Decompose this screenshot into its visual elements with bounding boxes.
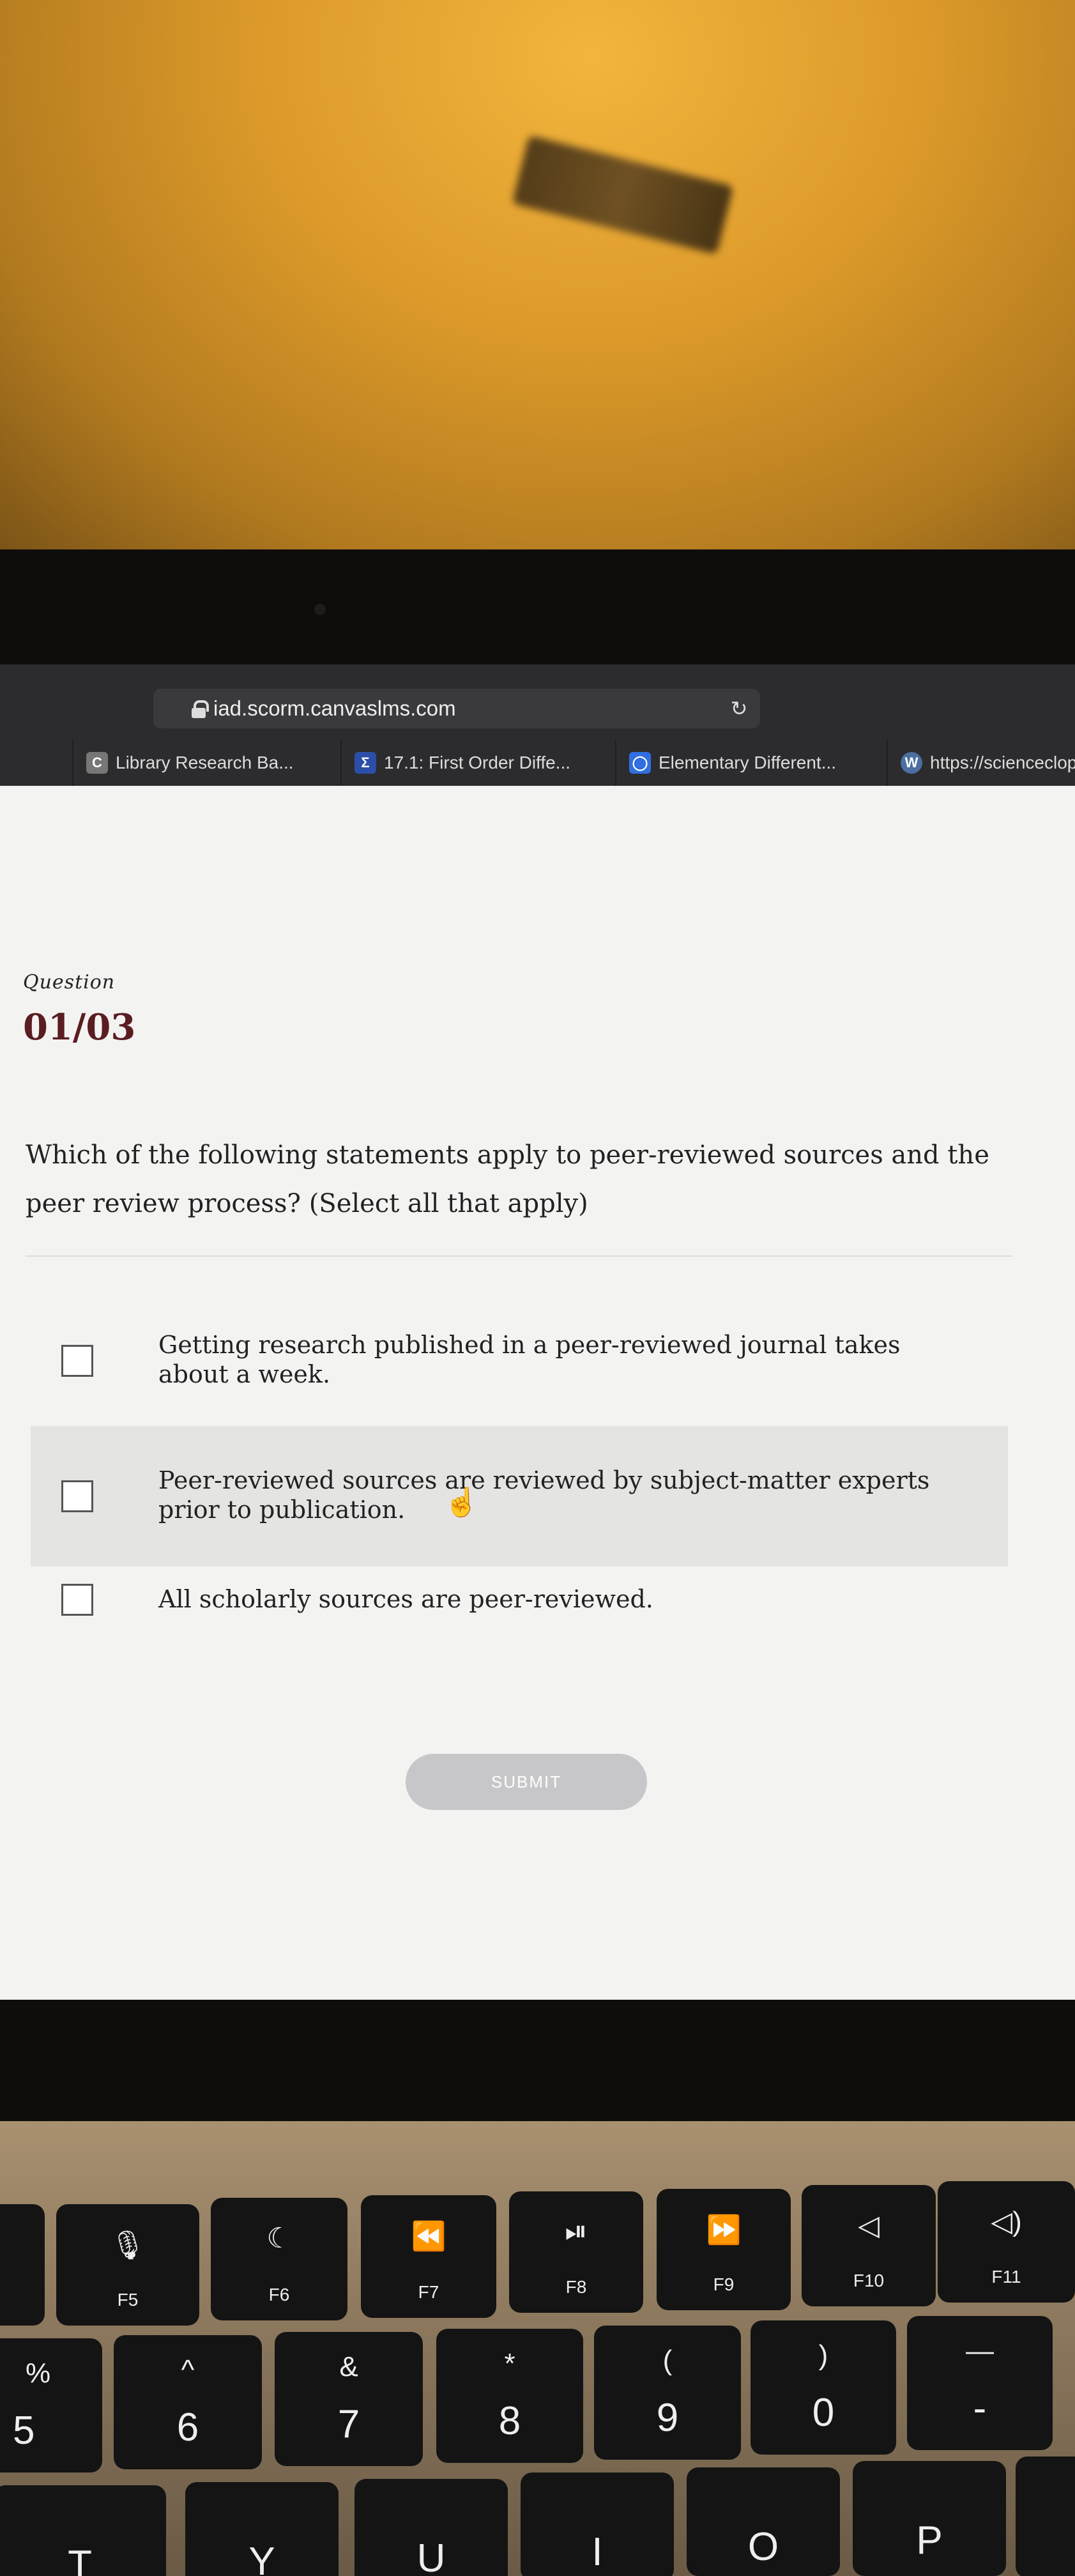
key-symbol: — [966, 2335, 994, 2366]
quiz-page: Question 01/03 Which of the following st… [0, 786, 1075, 2000]
webcam [314, 604, 326, 615]
microphone-icon: 🎙 [110, 2230, 146, 2261]
option-text: Peer-reviewed sources are reviewed by su… [158, 1466, 930, 1524]
wordpress-icon: W [901, 752, 922, 774]
key-number: 7 [337, 2402, 360, 2446]
answer-option-1[interactable]: Getting research published in a peer-rev… [31, 1291, 1008, 1431]
lock-icon [192, 700, 209, 718]
browser-chrome: iad.scorm.canvaslms.com ↻ C Library Rese… [0, 664, 1075, 789]
key-f7[interactable]: ⏪ F7 [361, 2195, 496, 2318]
question-number: 01/03 [23, 1006, 136, 1048]
tab-scienceclope[interactable]: W https://scienceclope [888, 740, 1075, 786]
rewind-icon: ⏪ [411, 2221, 446, 2252]
submit-button[interactable]: SUBMIT [406, 1754, 647, 1810]
canvas-c-icon: C [86, 752, 108, 774]
tab-first-order-diffeq[interactable]: Σ 17.1: First Order Diffe... [342, 740, 616, 786]
key-f4[interactable] [0, 2204, 45, 2326]
key-label: F8 [565, 2277, 587, 2297]
key-u[interactable]: U [355, 2479, 508, 2576]
play-pause-icon: ⏯ [565, 2216, 588, 2247]
address-bar[interactable]: iad.scorm.canvaslms.com ↻ [153, 689, 760, 728]
key-i[interactable]: I [521, 2472, 674, 2576]
key-label: F10 [853, 2271, 885, 2290]
checkbox[interactable] [61, 1345, 93, 1377]
answer-option-3[interactable]: All scholarly sources are peer-reviewed. [31, 1552, 1008, 1642]
sigma-icon: Σ [355, 752, 376, 774]
key-5[interactable]: % 5 [0, 2338, 102, 2472]
key-symbol: ( [662, 2345, 673, 2376]
key-f11[interactable]: ◁) F11 [938, 2181, 1075, 2303]
checkbox[interactable] [61, 1584, 93, 1616]
divider [26, 1255, 1012, 1257]
key-letter: I [591, 2530, 603, 2574]
key-letter: O [747, 2525, 779, 2569]
key-letter: P [916, 2518, 943, 2563]
volume-down-icon: ◁) [991, 2206, 1022, 2237]
key-o[interactable]: O [687, 2467, 840, 2576]
key-symbol: % [26, 2358, 51, 2389]
key-7[interactable]: & 7 [275, 2332, 423, 2466]
circle-app-icon: ◯ [629, 752, 651, 774]
key-6[interactable]: ^ 6 [114, 2335, 262, 2469]
tab-label: Library Research Ba... [116, 753, 294, 772]
key-letter: Y [248, 2540, 275, 2576]
tab-label: https://scienceclope [930, 753, 1075, 772]
tab-label: 17.1: First Order Diffe... [384, 753, 571, 772]
key-number: 9 [656, 2396, 679, 2440]
url-text: iad.scorm.canvaslms.com [213, 696, 456, 720]
key-9[interactable]: ( 9 [594, 2326, 741, 2460]
option-text: All scholarly sources are peer-reviewed. [158, 1585, 653, 1613]
key-label: F11 [991, 2267, 1021, 2287]
key-number: - [973, 2386, 987, 2430]
tab-library-research[interactable]: C Library Research Ba... [73, 740, 342, 786]
mute-icon: ◁ [858, 2210, 880, 2241]
key-symbol: & [339, 2351, 358, 2382]
tab-blank[interactable] [0, 740, 73, 786]
key-8[interactable]: * 8 [436, 2329, 583, 2463]
tab-elementary-differential[interactable]: ◯ Elementary Different... [616, 740, 888, 786]
laptop-lower-bezel [0, 2000, 1075, 2121]
key-label: F9 [713, 2274, 735, 2294]
key-number: 5 [13, 2409, 35, 2453]
key-f5[interactable]: 🎙 F5 [56, 2204, 199, 2326]
option-text: Getting research published in a peer-rev… [158, 1331, 901, 1388]
moon-icon: ☾ [266, 2223, 292, 2254]
key-number: 8 [498, 2399, 521, 2443]
key-label: F6 [268, 2285, 290, 2304]
key-letter: U [416, 2536, 446, 2576]
screen-bezel [0, 549, 1075, 664]
hand-cursor-icon: ☝ [444, 1487, 479, 1518]
answer-option-2[interactable]: Peer-reviewed sources are reviewed by su… [31, 1426, 1008, 1567]
key-letter: T [68, 2543, 92, 2576]
reload-icon[interactable]: ↻ [727, 696, 751, 721]
question-label: Question [23, 971, 116, 993]
key-number: 0 [812, 2391, 835, 2435]
key-0[interactable]: ) 0 [751, 2320, 896, 2455]
fast-forward-icon: ⏩ [706, 2214, 742, 2246]
key-minus[interactable]: — - [907, 2316, 1053, 2450]
key-f8[interactable]: ⏯ F8 [509, 2191, 643, 2313]
key-f9[interactable]: ⏩ F9 [657, 2189, 791, 2310]
key-y[interactable]: Y [185, 2482, 339, 2576]
background-ceiling [0, 0, 1075, 556]
key-symbol: * [504, 2348, 515, 2379]
key-t[interactable]: T [0, 2485, 166, 2576]
question-text: Which of the following statements apply … [26, 1140, 989, 1218]
key-number: 6 [176, 2405, 199, 2450]
key-bracket[interactable] [1016, 2457, 1075, 2576]
key-label: F5 [117, 2290, 139, 2310]
key-f6[interactable]: ☾ F6 [211, 2198, 347, 2320]
key-symbol: ) [818, 2340, 828, 2371]
key-label: F7 [418, 2282, 439, 2302]
key-symbol: ^ [181, 2354, 195, 2386]
tab-bar: C Library Research Ba... Σ 17.1: First O… [0, 740, 1075, 790]
tab-label: Elementary Different... [659, 753, 837, 772]
checkbox[interactable] [61, 1480, 93, 1512]
key-f10[interactable]: ◁ F10 [802, 2185, 936, 2306]
key-p[interactable]: P [853, 2461, 1006, 2576]
